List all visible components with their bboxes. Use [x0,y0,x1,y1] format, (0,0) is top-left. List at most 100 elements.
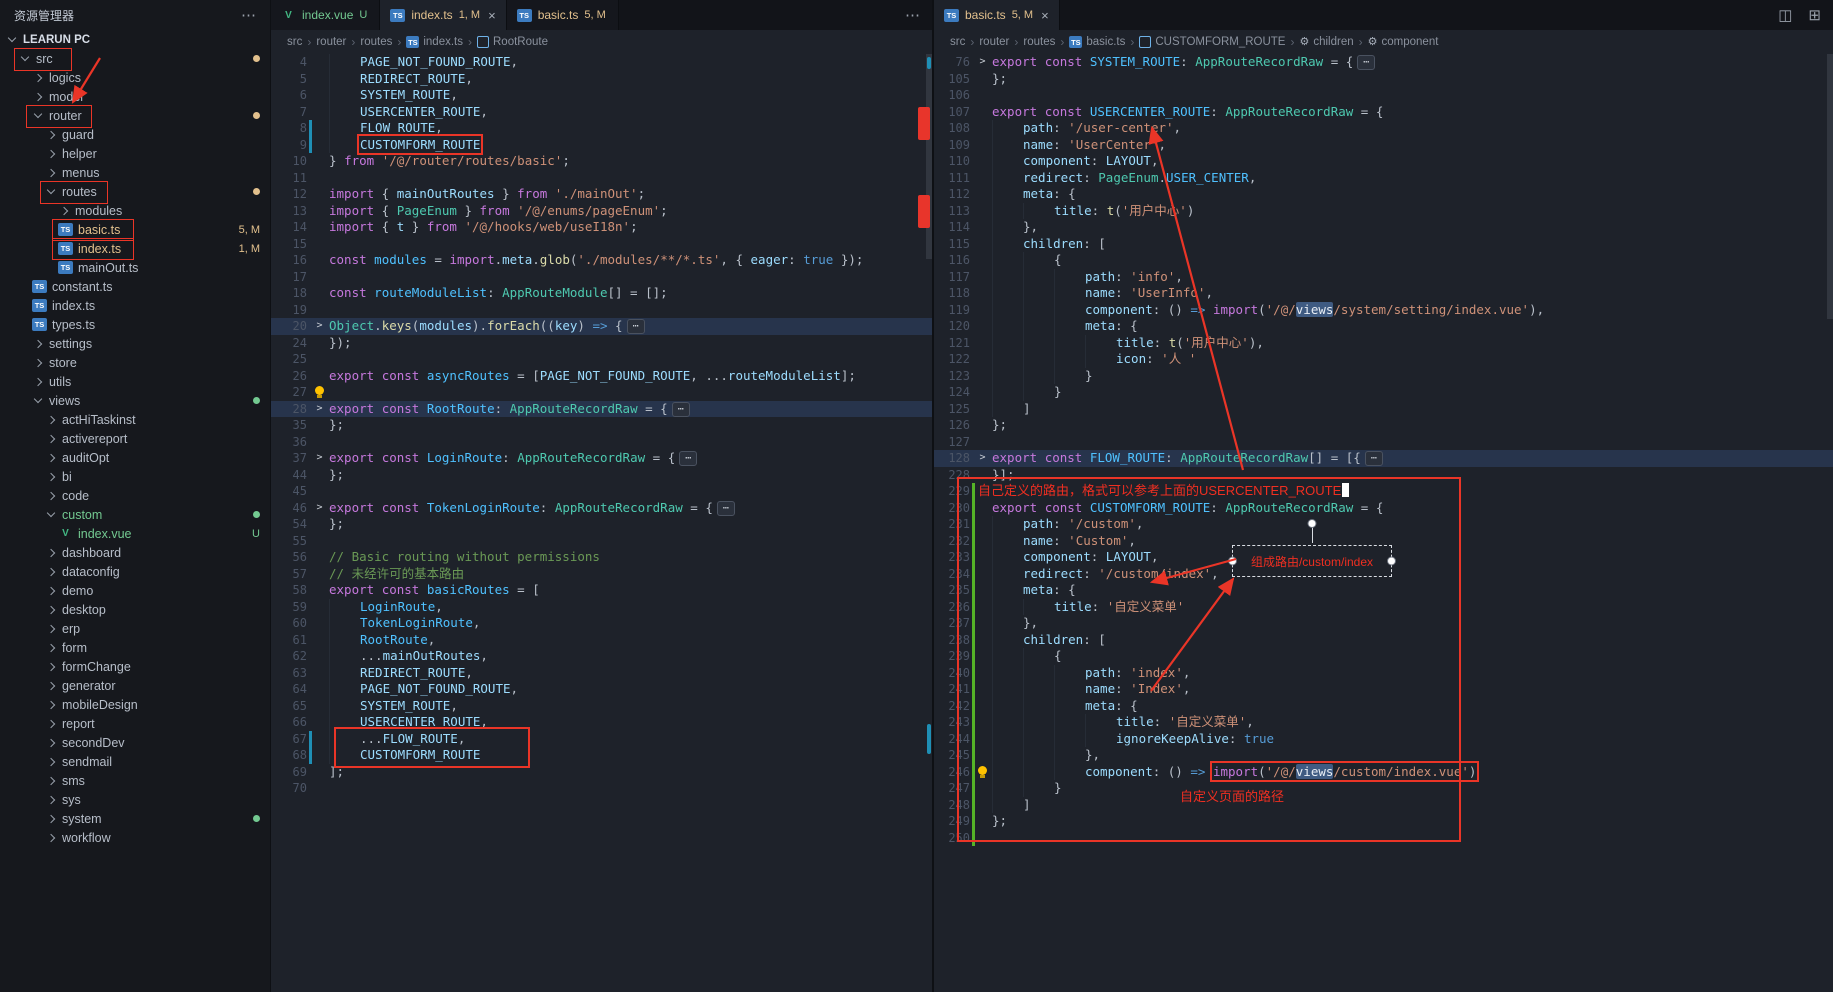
line-number[interactable]: 234 [934,566,970,583]
tree-item-sys[interactable]: sys [0,790,270,809]
code-line-243[interactable]: 243title: '自定义菜单', [934,714,1833,731]
line-number[interactable]: 250 [934,830,970,847]
code-line-37[interactable]: 37>export const LoginRoute: AppRouteReco… [271,450,932,467]
code-line-114[interactable]: 114}, [934,219,1833,236]
tree-item-routes[interactable]: routes [0,182,270,201]
line-number[interactable]: 115 [934,236,970,253]
code-line-4[interactable]: 4PAGE_NOT_FOUND_ROUTE, [271,54,932,71]
line-number[interactable]: 35 [271,417,307,434]
line-number[interactable]: 236 [934,599,970,616]
tree-item-views[interactable]: views [0,391,270,410]
fold-chevron-icon[interactable]: > [979,452,985,463]
tree-item-actHiTaskinst[interactable]: actHiTaskinst [0,410,270,429]
line-number[interactable]: 27 [271,384,307,401]
line-number[interactable]: 44 [271,467,307,484]
split-editor-icon[interactable]: ◫ [1778,8,1792,23]
code-line-56[interactable]: 56// Basic routing without permissions [271,549,932,566]
chevron-right-icon[interactable] [47,491,55,499]
code-line-115[interactable]: 115children: [ [934,236,1833,253]
code-line-236[interactable]: 236title: '自定义菜单' [934,599,1833,616]
folded-code-icon[interactable]: ⋯ [1365,451,1383,466]
code-line-127[interactable]: 127 [934,434,1833,451]
code-line-44[interactable]: 44}; [271,467,932,484]
code-line-66[interactable]: 66USERCENTER_ROUTE, [271,714,932,731]
line-number[interactable]: 8 [271,120,307,137]
code-editor-index-ts[interactable]: 4PAGE_NOT_FOUND_ROUTE,5REDIRECT_ROUTE,6S… [271,54,932,992]
folded-code-icon[interactable]: ⋯ [679,451,697,466]
code-line-249[interactable]: 249}; [934,813,1833,830]
tree-item-settings[interactable]: settings [0,334,270,353]
chevron-right-icon[interactable] [47,168,55,176]
tree-item-router[interactable]: router [0,106,270,125]
code-line-111[interactable]: 111redirect: PageEnum.USER_CENTER, [934,170,1833,187]
chevron-right-icon[interactable] [47,776,55,784]
line-number[interactable]: 54 [271,516,307,533]
code-line-118[interactable]: 118name: 'UserInfo', [934,285,1833,302]
line-number[interactable]: 112 [934,186,970,203]
fold-chevron-icon[interactable]: > [316,502,322,513]
chevron-right-icon[interactable] [47,130,55,138]
line-number[interactable]: 55 [271,533,307,550]
folded-code-icon[interactable]: ⋯ [717,501,735,516]
resize-handle-right[interactable] [1387,557,1396,566]
line-number[interactable]: 28 [271,401,307,418]
line-number[interactable]: 113 [934,203,970,220]
chevron-down-icon[interactable] [34,395,42,403]
line-number[interactable]: 37 [271,450,307,467]
code-line-57[interactable]: 57// 未经许可的基本路由 [271,566,932,583]
code-line-110[interactable]: 110component: LAYOUT, [934,153,1833,170]
code-line-19[interactable]: 19 [271,302,932,319]
scrollbar[interactable] [926,54,932,259]
code-line-24[interactable]: 24}); [271,335,932,352]
code-line-11[interactable]: 11 [271,170,932,187]
code-line-46[interactable]: 46>export const TokenLoginRoute: AppRout… [271,500,932,517]
code-line-113[interactable]: 113title: t('用户中心') [934,203,1833,220]
tree-item-mainOut.ts[interactable]: TSmainOut.ts [0,258,270,277]
line-number[interactable]: 36 [271,434,307,451]
code-line-59[interactable]: 59LoginRoute, [271,599,932,616]
code-line-27[interactable]: 27 [271,384,932,401]
line-number[interactable]: 60 [271,615,307,632]
code-line-67[interactable]: 67...FLOW_ROUTE, [271,731,932,748]
more-icon[interactable]: ⋯ [905,8,920,23]
code-line-107[interactable]: 107export const USERCENTER_ROUTE: AppRou… [934,104,1833,121]
code-line-10[interactable]: 10} from '/@/router/routes/basic'; [271,153,932,170]
chevron-right-icon[interactable] [47,567,55,575]
tree-item-constant.ts[interactable]: TSconstant.ts [0,277,270,296]
code-line-108[interactable]: 108path: '/user-center', [934,120,1833,137]
line-number[interactable]: 240 [934,665,970,682]
code-line-69[interactable]: 69]; [271,764,932,781]
chevron-right-icon[interactable] [47,814,55,822]
code-line-238[interactable]: 238children: [ [934,632,1833,649]
code-line-28[interactable]: 28>export const RootRoute: AppRouteRecor… [271,401,932,418]
line-number[interactable]: 233 [934,549,970,566]
tree-item-modules[interactable]: modules [0,201,270,220]
code-line-54[interactable]: 54}; [271,516,932,533]
line-number[interactable]: 121 [934,335,970,352]
code-line-106[interactable]: 106 [934,87,1833,104]
line-number[interactable]: 61 [271,632,307,649]
chevron-right-icon[interactable] [47,795,55,803]
chevron-down-icon[interactable] [8,34,16,42]
line-number[interactable]: 13 [271,203,307,220]
line-number[interactable]: 10 [271,153,307,170]
breadcrumb-item-basic.ts[interactable]: TSbasic.ts [1069,36,1125,48]
chevron-right-icon[interactable] [47,472,55,480]
code-line-64[interactable]: 64PAGE_NOT_FOUND_ROUTE, [271,681,932,698]
tree-item-LEARUN PC[interactable]: LEARUN PC [0,30,270,49]
code-line-237[interactable]: 237}, [934,615,1833,632]
chevron-right-icon[interactable] [47,586,55,594]
tree-item-helper[interactable]: helper [0,144,270,163]
chevron-right-icon[interactable] [47,662,55,670]
tree-item-mobileDesign[interactable]: mobileDesign [0,695,270,714]
line-number[interactable]: 124 [934,384,970,401]
chevron-right-icon[interactable] [34,92,42,100]
code-line-68[interactable]: 68CUSTOMFORM_ROUTE [271,747,932,764]
line-number[interactable]: 63 [271,665,307,682]
line-number[interactable]: 16 [271,252,307,269]
line-number[interactable]: 244 [934,731,970,748]
tree-item-menus[interactable]: menus [0,163,270,182]
line-number[interactable]: 68 [271,747,307,764]
chevron-right-icon[interactable] [47,149,55,157]
breadcrumb-item-routes[interactable]: routes [1023,36,1055,48]
